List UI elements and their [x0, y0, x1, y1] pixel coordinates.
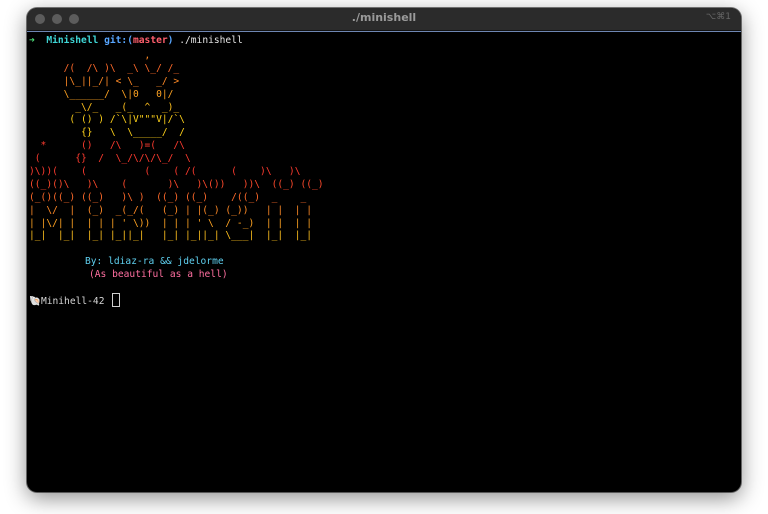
window-shortcut: ⌥⌘1: [705, 12, 731, 22]
banner-line: /( /\ )\ _\ \_/ /_: [29, 62, 180, 74]
terminal-content[interactable]: ➜ Minishell git:(master) ./minishell , /…: [27, 32, 741, 308]
prompt-git-label: git:(: [104, 35, 133, 46]
text-cursor: [112, 293, 121, 308]
ascii-banner: , /( /\ )\ _\ \_/ /_ |\_||_/| < \_ _/ > …: [29, 49, 741, 242]
banner-line: )\))( ( ( ( /( ( )\ )\: [29, 166, 301, 178]
banner-line: ,: [29, 50, 151, 61]
window-title: ./minishell: [351, 11, 417, 24]
banner-line: _\/_ _(_ ^ _)_: [29, 101, 180, 113]
shell-prompt[interactable]: 🐚Minihell-42: [29, 293, 741, 308]
banner-authors: By: ldiaz-ra && jdelorme: [85, 256, 224, 268]
command-line: ➜ Minishell git:(master) ./minishell: [29, 34, 741, 47]
banner-line: | |\/| | | | | ' \)) | | | ' \ / -_) | |…: [29, 217, 313, 229]
title-bar: ./minishell ⌥⌘1: [27, 8, 741, 31]
banner-tagline: (As beautiful as a hell): [89, 269, 228, 281]
banner-line: |\_||_/| < \_ _/ >: [29, 75, 180, 87]
prompt-directory: Minishell: [46, 35, 99, 46]
shell-icon: 🐚: [29, 296, 41, 308]
banner-line: \______/ \|0 0|/: [29, 88, 174, 100]
banner-line: ( () ) /`\|V"""V|/`\: [29, 114, 185, 126]
banner-line: * () /\ )=( /\: [29, 140, 185, 152]
shell-prompt-text: Minihell-42: [40, 296, 105, 308]
prompt-command: ./minishell: [179, 35, 243, 46]
banner-line: (_()((_) ((_) )\ ) ((_) ((_) /((_) _ _: [29, 191, 307, 203]
prompt-git-close: ): [167, 35, 174, 46]
prompt-branch: master: [133, 35, 168, 46]
banner-line: ((_)()\ )\ ( )\ )\()) ))\ ((_) ((_): [29, 178, 324, 190]
prompt-arrow-icon: ➜: [29, 35, 35, 46]
terminal-window: ./minishell ⌥⌘1 ➜ Minishell git:(master)…: [27, 8, 741, 492]
banner-line: | \/ | (_) _(_/( (_) | |(_) (_)) | | | |: [29, 204, 313, 216]
banner-line: {} \ \_____/ /: [29, 127, 185, 139]
banner-line: ( {} / \_/\/\/\_/ \: [29, 153, 191, 165]
banner-line: |_| |_| |_| |_||_| |_| |_||_| \___| |_| …: [29, 230, 313, 242]
